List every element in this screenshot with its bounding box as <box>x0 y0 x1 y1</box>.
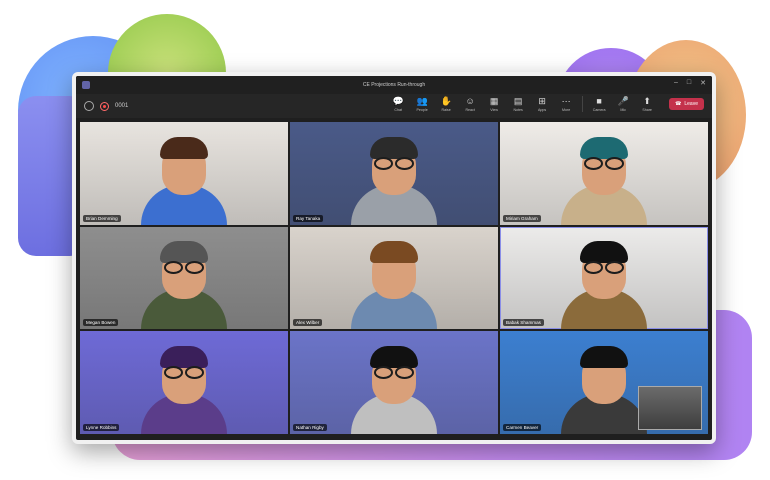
leave-label: Leave <box>684 101 698 107</box>
participant-tile[interactable]: Lynne Robbins <box>80 331 288 434</box>
phone-icon: ☎ <box>675 101 682 107</box>
mic-button[interactable]: 🎤 Mic <box>611 96 635 112</box>
avatar-hair <box>370 241 418 264</box>
participant-name: Carmen Beaver <box>503 423 542 431</box>
participant-tile[interactable]: Carmen Beaver <box>500 331 708 434</box>
view-button[interactable]: ▦ View <box>482 96 506 112</box>
avatar-hair <box>370 136 418 159</box>
people-button[interactable]: 👥 People <box>410 96 434 112</box>
avatar-glasses <box>164 261 204 275</box>
avatar-glasses <box>374 365 414 379</box>
react-label: React <box>465 108 475 112</box>
participant-name: Brian Demming <box>83 214 121 222</box>
chat-button[interactable]: 💬 Chat <box>386 96 410 112</box>
avatar-hair <box>580 241 628 264</box>
self-view-thumbnail[interactable] <box>638 385 702 430</box>
chat-icon: 💬 <box>392 96 404 106</box>
apps-icon: ⊞ <box>538 96 546 106</box>
title-bar: CE Projections Run-through – □ ✕ <box>76 76 712 94</box>
avatar-hair <box>160 241 208 264</box>
participant-tile[interactable]: Miriam Graham <box>500 122 708 225</box>
view-icon: ▦ <box>489 96 499 106</box>
people-label: People <box>416 108 428 112</box>
avatar-hair <box>160 136 208 159</box>
participant-name: Nathan Rigby <box>293 423 327 431</box>
participant-tile[interactable]: Ray Tanaka <box>290 122 498 225</box>
people-icon: 👥 <box>416 96 428 106</box>
video-grid: Brian Demming Ray Tanaka Miriam Graham Mega… <box>80 122 708 434</box>
share-label: Share <box>642 108 652 112</box>
recording-icon <box>100 101 109 111</box>
meeting-toolbar: 0001 💬 Chat 👥 People ✋ Raise ☺ React ▦ View ▤ Notes… <box>76 94 712 118</box>
participant-name: Lynne Robbins <box>83 423 120 431</box>
more-button[interactable]: ⋯ More <box>554 96 578 112</box>
avatar-glasses <box>374 156 414 170</box>
chat-label: Chat <box>394 108 402 112</box>
share-icon: ⬆ <box>643 96 651 106</box>
participant-name: Miriam Graham <box>503 214 541 222</box>
react-button[interactable]: ☺ React <box>458 96 482 112</box>
maximize-icon[interactable]: □ <box>687 79 691 87</box>
participant-tile[interactable]: Babak Shammas <box>500 226 708 330</box>
avatar-glasses <box>584 156 624 170</box>
close-icon[interactable]: ✕ <box>700 79 706 87</box>
avatar-hair <box>370 345 418 368</box>
toolbar-actions: 💬 Chat 👥 People ✋ Raise ☺ React ▦ View ▤ Notes ⊞ Apps… <box>386 96 704 112</box>
raise-button[interactable]: ✋ Raise <box>434 96 458 112</box>
participant-name: Ray Tanaka <box>293 214 324 222</box>
more-label: More <box>562 108 571 112</box>
camera-label: Camera <box>592 108 606 112</box>
raise-hand-icon: ✋ <box>440 96 452 106</box>
toolbar-separator <box>582 96 584 112</box>
participant-tile[interactable]: Megan Bowen <box>80 226 288 330</box>
avatar-glasses <box>164 365 204 379</box>
apps-label: Apps <box>538 108 547 112</box>
apps-button[interactable]: ⊞ Apps <box>530 96 554 112</box>
share-button[interactable]: ⬆ Share <box>635 96 659 112</box>
mic-label: Mic <box>620 108 626 112</box>
avatar-hair <box>580 345 628 368</box>
notes-button[interactable]: ▤ Notes <box>506 96 530 112</box>
participant-tile[interactable]: Alex Wilber <box>290 226 498 330</box>
shield-icon[interactable] <box>84 101 94 111</box>
leave-button[interactable]: ☎ Leave <box>669 98 704 110</box>
notes-label: Notes <box>513 108 523 112</box>
teams-meeting-window: CE Projections Run-through – □ ✕ 0001 💬 C… <box>72 72 716 444</box>
avatar-glasses <box>584 261 624 275</box>
participant-name: Babak Shammas <box>503 319 544 327</box>
camera-icon: ■ <box>596 96 602 106</box>
avatar-hair <box>580 136 628 159</box>
minimize-icon[interactable]: – <box>674 79 678 87</box>
participant-name: Alex Wilber <box>293 319 323 327</box>
participant-tile[interactable]: Nathan Rigby <box>290 331 498 434</box>
window-controls: – □ ✕ <box>674 79 706 87</box>
more-icon: ⋯ <box>561 96 571 106</box>
mic-icon: 🎤 <box>617 96 629 106</box>
window-title: CE Projections Run-through <box>362 82 426 88</box>
participant-tile[interactable]: Brian Demming <box>80 122 288 225</box>
avatar-hair <box>160 345 208 368</box>
participant-name: Megan Bowen <box>83 319 119 327</box>
notes-icon: ▤ <box>513 96 523 106</box>
raise-label: Raise <box>441 108 451 112</box>
react-icon: ☺ <box>465 96 475 106</box>
view-label: View <box>490 108 498 112</box>
teams-logo-icon <box>82 81 90 89</box>
camera-button[interactable]: ■ Camera <box>587 96 611 112</box>
meeting-timer: 0001 <box>115 103 129 109</box>
